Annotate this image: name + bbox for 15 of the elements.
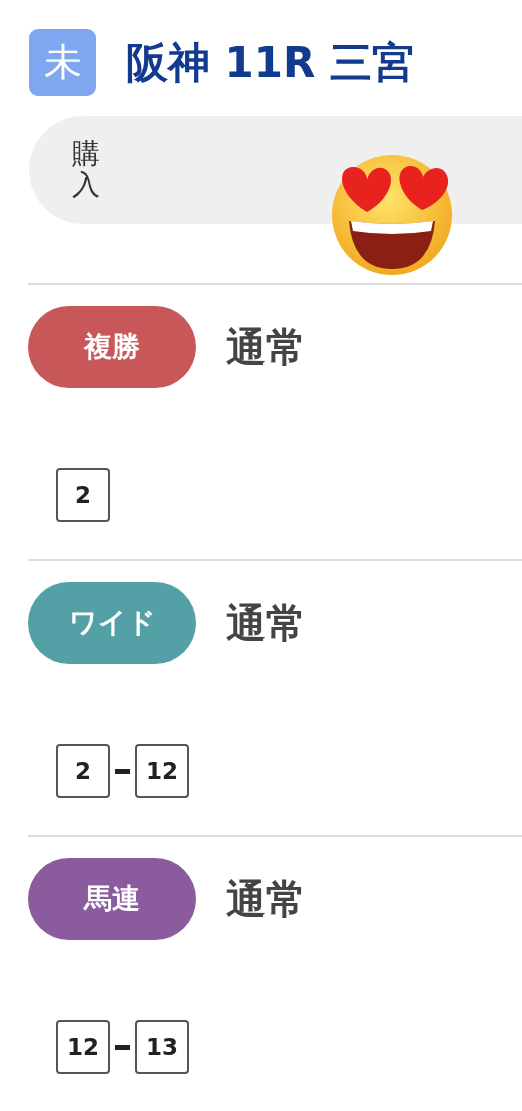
race-title: 阪神 11R 三宮 bbox=[126, 36, 415, 89]
bet-method: 通常 bbox=[226, 874, 306, 924]
horse-number: 2 bbox=[56, 468, 110, 522]
bet-type-tag: 馬連 bbox=[28, 858, 196, 940]
bet-method: 通常 bbox=[226, 598, 306, 648]
bet-type-tag: ワイド bbox=[28, 582, 196, 664]
bet-method: 通常 bbox=[226, 322, 306, 372]
status-badge: 未 bbox=[29, 29, 96, 96]
horse-number: 13 bbox=[135, 1020, 189, 1074]
horse-number: 12 bbox=[56, 1020, 110, 1074]
dash-icon bbox=[115, 1044, 130, 1050]
horse-number: 2 bbox=[56, 744, 110, 798]
dash-icon bbox=[115, 768, 130, 774]
horse-number: 12 bbox=[135, 744, 189, 798]
bet-type-tag: 複勝 bbox=[28, 306, 196, 388]
